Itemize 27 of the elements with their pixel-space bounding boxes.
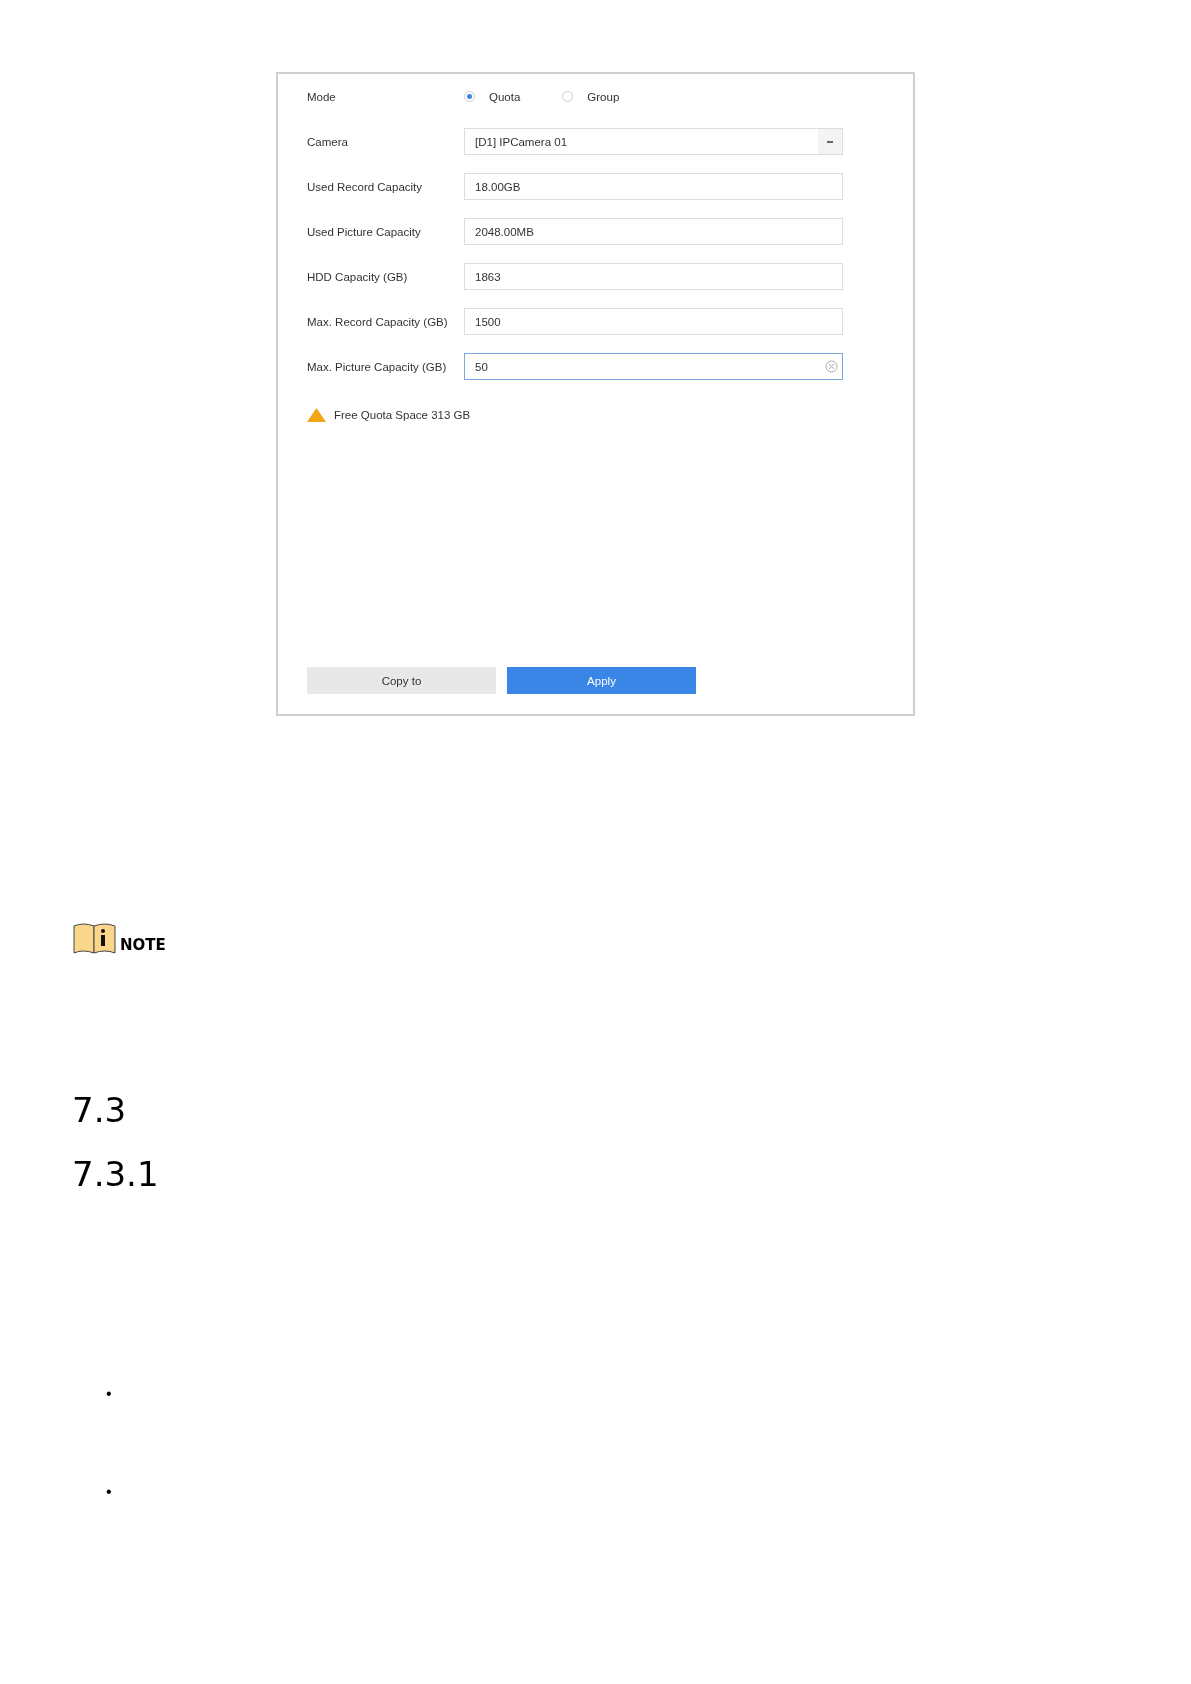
input-field[interactable]: 1500 [464, 308, 843, 335]
input-field[interactable]: 50 [464, 353, 843, 380]
radio-label: Group [587, 90, 620, 103]
note-label: NOTE [120, 936, 166, 954]
warning-text: Free Quota Space 313 GB [334, 409, 471, 421]
input-field[interactable]: 1863 [464, 263, 843, 290]
input-field[interactable]: 2048.00MB [464, 218, 843, 245]
input-field[interactable]: 18.00GB [464, 173, 843, 200]
clear-icon[interactable] [825, 360, 838, 373]
bullet: • [106, 1384, 113, 1404]
copy-button[interactable]: Copy to [307, 667, 496, 694]
caret-icon [818, 129, 842, 154]
radio-label: Quota [489, 90, 521, 103]
bullet: • [106, 1482, 113, 1502]
field-label: Used Picture Capacity [307, 225, 422, 238]
field-label: HDD Capacity (GB) [307, 270, 409, 283]
field-label: Max. Record Capacity (GB) [307, 315, 449, 328]
field-label: Max. Picture Capacity (GB) [307, 360, 448, 373]
field-label: Mode [307, 90, 337, 103]
section-heading: 7.3 [72, 1090, 128, 1130]
warning-icon [307, 408, 326, 422]
apply-button[interactable]: Apply [507, 667, 696, 694]
info-book-icon [73, 922, 116, 954]
field-label: Used Record Capacity [307, 180, 424, 193]
section-heading: 7.3.1 [72, 1154, 160, 1194]
field-label: Camera [307, 135, 349, 148]
camera-dropdown[interactable]: [D1] IPCamera 01 [464, 128, 843, 155]
